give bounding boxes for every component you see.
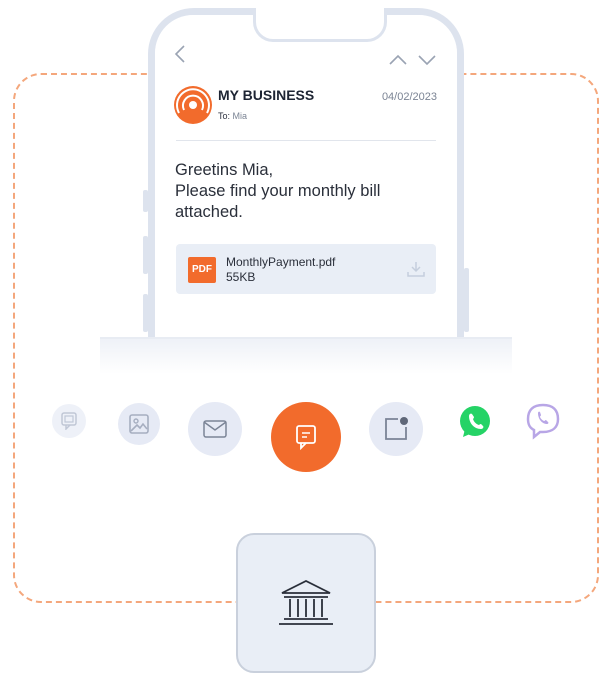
body-line: Please find your monthly bill: [175, 182, 381, 200]
recipient-line: To: Mia: [218, 111, 247, 121]
chevron-down-icon[interactable]: [417, 48, 437, 70]
email-body: Greetins Mia, Please find your monthly b…: [175, 160, 380, 223]
image-channel-button[interactable]: [118, 403, 160, 445]
header-divider: [176, 140, 436, 141]
bank-card[interactable]: [236, 533, 376, 673]
email-date: 04/02/2023: [381, 91, 437, 103]
sender-name: MY BUSINESS: [218, 87, 315, 103]
phone-bottom-edge: [100, 337, 512, 339]
chat-channel-button[interactable]: [271, 402, 341, 472]
business-logo-icon: [174, 86, 212, 124]
body-line: attached.: [175, 203, 243, 221]
sms-channel-button[interactable]: [52, 404, 86, 438]
attachment-card[interactable]: PDF MonthlyPayment.pdf 55KB: [176, 244, 436, 294]
phone-notch: [253, 8, 387, 42]
download-icon[interactable]: [406, 260, 426, 283]
pdf-file-icon: PDF: [188, 257, 216, 283]
body-line: Greetins Mia,: [175, 161, 274, 179]
chevron-up-icon[interactable]: [388, 48, 408, 70]
to-label: To:: [218, 111, 231, 121]
notification-channel-button[interactable]: [369, 402, 423, 456]
viber-channel-button[interactable]: [524, 402, 562, 440]
mail-channel-button[interactable]: [188, 402, 242, 456]
attachment-name: MonthlyPayment.pdf: [226, 255, 336, 269]
attachment-size: 55KB: [226, 270, 256, 284]
phone-side-button: [464, 268, 469, 332]
back-icon[interactable]: [174, 44, 186, 68]
whatsapp-channel-button[interactable]: [457, 404, 493, 440]
recipient-name: Mia: [232, 111, 248, 121]
phone-fade: [100, 338, 512, 378]
